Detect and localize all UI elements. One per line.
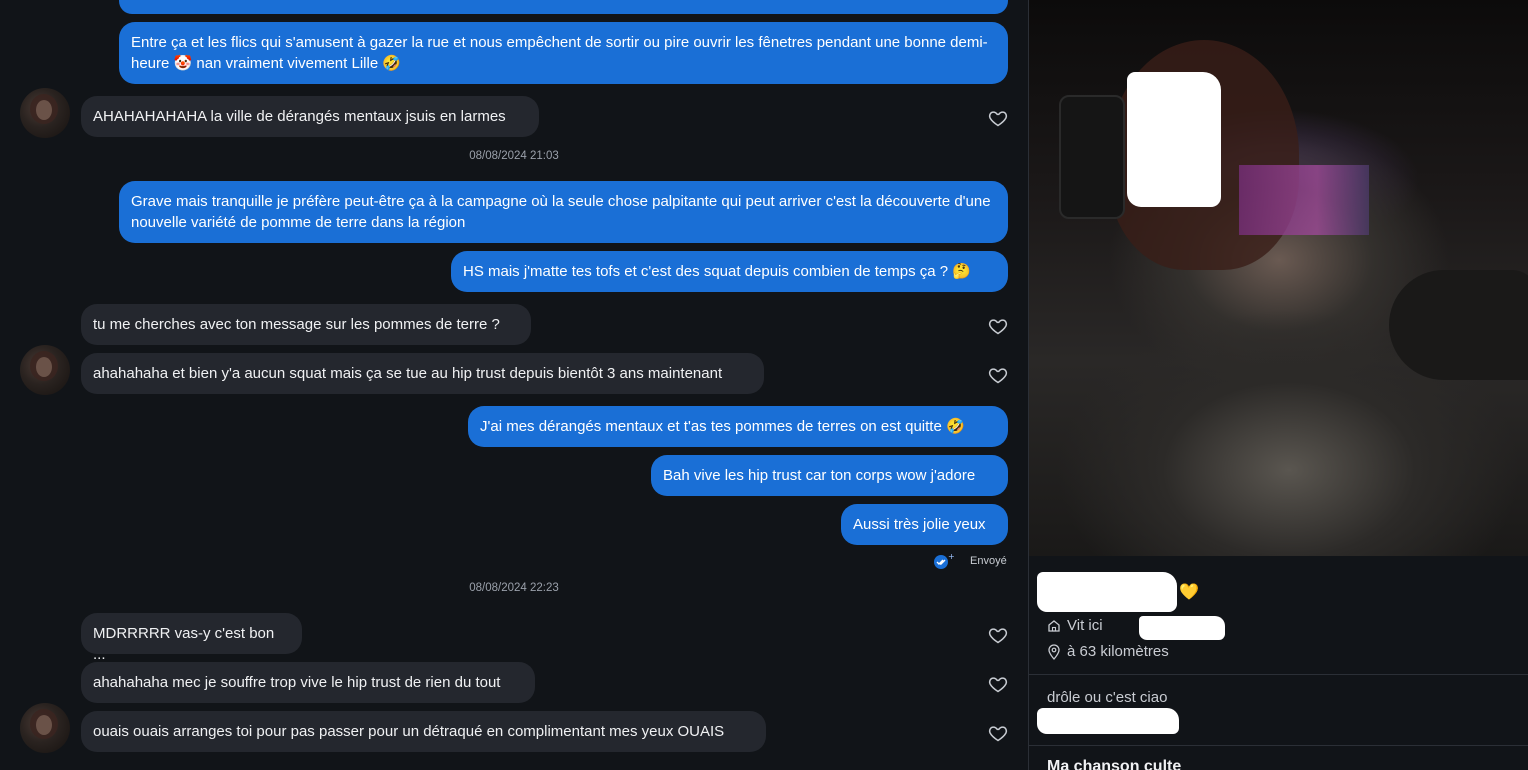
chat-panel: Entre ça et les flics qui s'amusent à ga… [0, 0, 1028, 770]
timestamp: 08/08/2024 21:03 [469, 150, 559, 162]
avatar[interactable] [20, 88, 70, 138]
heart-icon[interactable] [988, 625, 1008, 645]
heart-icon[interactable] [988, 316, 1008, 336]
message-text: nan vraiment vivement Lille [196, 55, 379, 72]
message-text: ahahahaha mec je souffre trop vive le hi… [93, 674, 501, 691]
clown-emoji: 🤡 [173, 55, 193, 72]
home-icon [1048, 619, 1060, 632]
location-pin-icon [1048, 643, 1060, 660]
message-text: Bah vive les hip trust car ton corps wow… [663, 467, 976, 484]
message-bubble[interactable]: ahahahaha et bien y'a aucun squat mais ç… [81, 353, 764, 394]
message-text: ouais ouais arranges toi pour pas passer… [93, 723, 725, 740]
message-bubble[interactable]: ouais ouais arranges toi pour pas passer… [81, 711, 766, 752]
heart-icon[interactable] [988, 674, 1008, 694]
lives-label: Vit ici [1067, 617, 1103, 634]
name-redaction [1037, 572, 1177, 612]
rofl-emoji: 🤣 [945, 418, 965, 435]
profile-photo[interactable] [1029, 0, 1528, 556]
svg-text:+: + [948, 553, 954, 561]
message-text: J'ai mes dérangés mentaux et t'as tes po… [480, 418, 942, 435]
avatar[interactable] [20, 703, 70, 753]
divider [1029, 674, 1528, 675]
message-bubble-partial[interactable] [119, 0, 1008, 14]
thinking-emoji: 🤔 [952, 263, 971, 280]
distance-row: à 63 kilomètres [1047, 643, 1169, 660]
message-text: HS mais j'matte tes tofs et c'est des sq… [463, 263, 949, 280]
bio-line: drôle ou c'est ciao [1047, 689, 1168, 706]
section-title: Ma chanson culte [1047, 758, 1182, 770]
heart-icon[interactable] [988, 365, 1008, 385]
message-bubble[interactable]: AHAHAHAHAHA la ville de dérangés mentaux… [81, 96, 539, 137]
face-redaction [1127, 72, 1221, 207]
message-text: tu me cherches avec ton message sur les … [93, 316, 500, 333]
distance-label: à 63 kilomètres [1067, 643, 1169, 660]
message-text: Aussi très jolie yeux [853, 516, 986, 533]
message-text: AHAHAHAHAHA la ville de dérangés mentaux… [93, 108, 506, 125]
message-text: MDRRRRR vas-y c'est bon ... [93, 625, 275, 663]
rofl-emoji: 🤣 [382, 55, 402, 72]
message-bubble[interactable]: Bah vive les hip trust car ton corps wow… [651, 455, 1008, 496]
message-text: Grave mais tranquille je préfère peut-êt… [131, 193, 991, 231]
message-text: ahahahaha et bien y'a aucun squat mais ç… [93, 365, 723, 382]
bio-redaction [1037, 708, 1179, 734]
avatar[interactable] [20, 345, 70, 395]
divider [1029, 745, 1528, 746]
message-bubble[interactable]: Grave mais tranquille je préfère peut-êt… [119, 181, 1008, 243]
heart-icon[interactable] [988, 108, 1008, 128]
lives-row: Vit ici [1047, 617, 1103, 634]
yellow-heart-emoji: 💛 [1179, 584, 1199, 601]
message-bubble[interactable]: MDRRRRR vas-y c'est bon ... [81, 613, 302, 663]
message-bubble[interactable]: tu me cherches avec ton message sur les … [81, 304, 531, 345]
sent-label: Envoyé [970, 555, 1007, 567]
delivery-status: + Envoyé [932, 552, 1007, 570]
message-bubble[interactable]: Entre ça et les flics qui s'amusent à ga… [119, 22, 1008, 84]
message-bubble[interactable]: J'ai mes dérangés mentaux et t'as tes po… [468, 406, 1008, 447]
double-check-icon: + [934, 553, 954, 569]
profile-panel: 💛 Vit ici à 63 kilomètres drôle ou c'est… [1028, 0, 1528, 770]
heart-icon[interactable] [988, 723, 1008, 743]
message-bubble[interactable]: HS mais j'matte tes tofs et c'est des sq… [451, 251, 1008, 292]
message-bubble[interactable]: ahahahaha mec je souffre trop vive le hi… [81, 662, 535, 703]
city-redaction [1139, 616, 1225, 640]
timestamp: 08/08/2024 22:23 [469, 582, 559, 594]
message-bubble[interactable]: Aussi très jolie yeux [841, 504, 1008, 545]
